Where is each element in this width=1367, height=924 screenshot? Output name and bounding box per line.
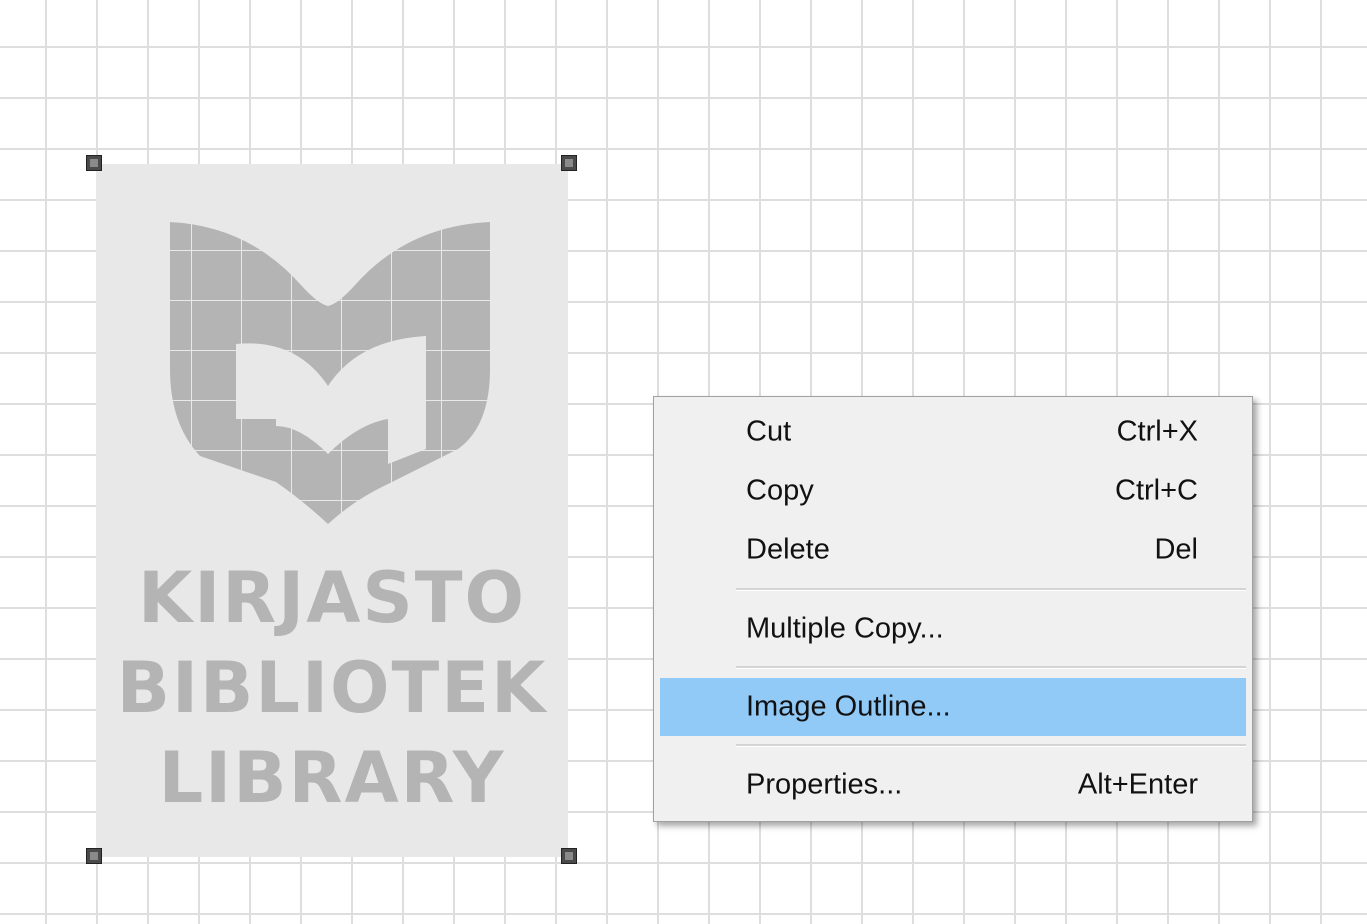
resize-handle-bottom-left[interactable] [86, 848, 102, 864]
resize-handle-top-right[interactable] [561, 155, 577, 171]
logo-line-1: KIRJASTO [138, 557, 526, 639]
logo-line-3: LIBRARY [159, 737, 506, 819]
menu-item-label: Multiple Copy... [746, 612, 944, 645]
library-logo-graphic: KIRJASTO BIBLIOTEK LIBRARY [117, 222, 548, 819]
menu-item-cut[interactable]: Cut Ctrl+X [660, 403, 1246, 461]
menu-item-image-outline[interactable]: Image Outline... [660, 678, 1246, 736]
resize-handle-bottom-right[interactable] [561, 848, 577, 864]
menu-item-shortcut: Alt+Enter [1077, 768, 1198, 801]
menu-item-delete[interactable]: Delete Del [660, 521, 1246, 579]
menu-item-shortcut: Ctrl+X [1116, 415, 1198, 448]
logo-line-2: BIBLIOTEK [117, 647, 548, 729]
menu-item-properties[interactable]: Properties... Alt+Enter [660, 756, 1246, 814]
resize-handle-top-left[interactable] [86, 155, 102, 171]
menu-item-multiple-copy[interactable]: Multiple Copy... [660, 600, 1246, 658]
menu-separator [736, 588, 1246, 591]
menu-item-label: Cut [746, 415, 792, 448]
menu-item-label: Delete [746, 533, 830, 566]
menu-item-label: Copy [746, 474, 814, 507]
menu-item-label: Properties... [746, 768, 903, 801]
menu-item-label: Image Outline... [746, 690, 951, 723]
library-logo-shield [170, 222, 490, 524]
library-logo-image[interactable]: KIRJASTO BIBLIOTEK LIBRARY [96, 164, 568, 857]
menu-item-shortcut: Del [1154, 533, 1198, 566]
menu-separator [736, 666, 1246, 669]
menu-item-copy[interactable]: Copy Ctrl+C [660, 462, 1246, 520]
menu-separator [736, 744, 1246, 747]
menu-item-shortcut: Ctrl+C [1115, 474, 1198, 507]
context-menu: Cut Ctrl+X Copy Ctrl+C Delete Del Multip… [653, 396, 1253, 822]
